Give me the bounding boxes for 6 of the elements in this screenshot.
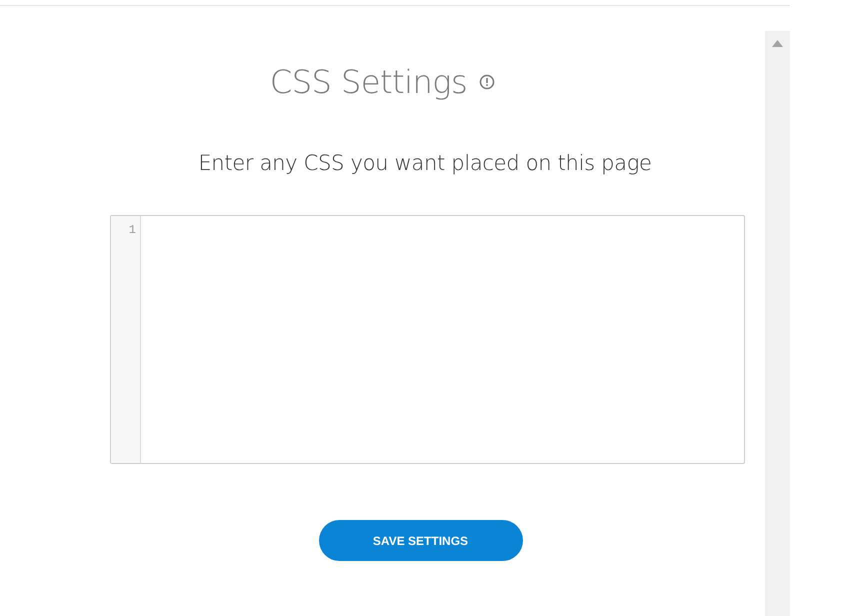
- instruction-text: Enter any CSS you want placed on this page: [198, 151, 652, 175]
- line-number: 1: [128, 223, 136, 237]
- page-title: CSS Settings: [270, 63, 468, 101]
- code-editor[interactable]: 1: [110, 215, 745, 464]
- save-settings-button[interactable]: SAVE SETTINGS: [318, 520, 522, 561]
- info-icon[interactable]: [479, 74, 496, 90]
